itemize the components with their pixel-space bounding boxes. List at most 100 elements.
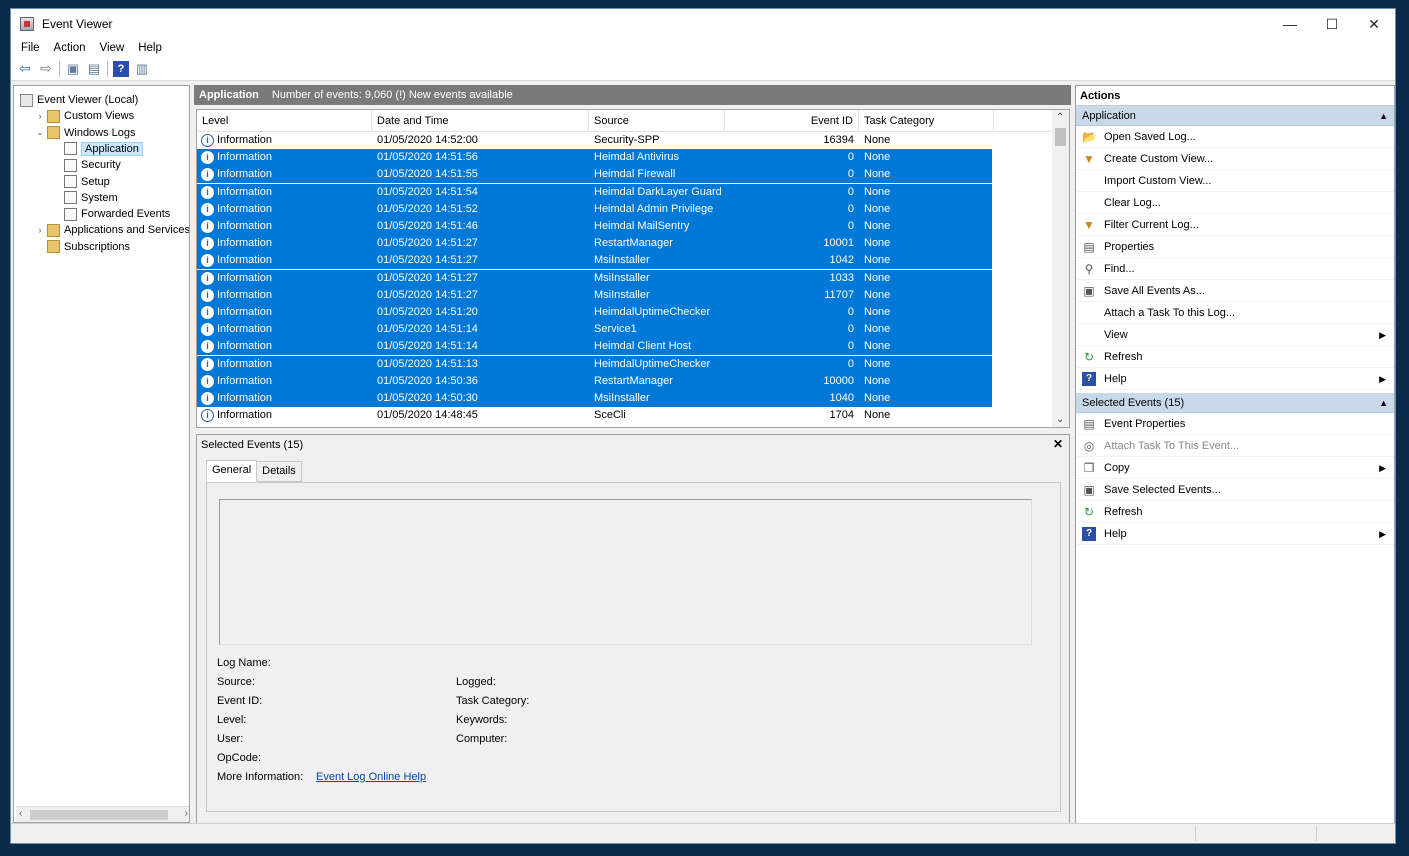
action-event-properties[interactable]: ▤ Event Properties — [1076, 413, 1394, 435]
properties-icon: ▤ — [1083, 240, 1095, 254]
table-row[interactable]: i Information 01/05/2020 14:51:27 MsiInstal… — [197, 286, 992, 304]
menu-action[interactable]: Action — [54, 42, 86, 54]
tree-item-applications-and-services-lo[interactable]: › Applications and Services Lo — [35, 222, 189, 238]
tree-item-label: Setup — [81, 175, 110, 188]
show-hide-action-pane-icon[interactable]: ▥ — [134, 61, 150, 77]
table-row[interactable]: i Information 01/05/2020 14:51:27 MsiInstal… — [197, 252, 992, 270]
table-row[interactable]: i Information 01/05/2020 14:51:14 Heimdal C… — [197, 338, 992, 356]
table-row[interactable]: i Information 01/05/2020 14:51:56 Heimdal A… — [197, 149, 992, 167]
action-refresh[interactable]: ↻ Refresh — [1076, 346, 1394, 368]
tree-item-custom-views[interactable]: › Custom Views — [35, 108, 134, 124]
forward-icon[interactable]: ⇨ — [38, 60, 54, 77]
table-row[interactable]: i Information 01/05/2020 14:51:46 Heimdal M… — [197, 218, 992, 235]
action-clear-log[interactable]: Clear Log... — [1076, 192, 1394, 214]
cell-task-category: None — [864, 168, 891, 181]
action-filter-current-log[interactable]: ▼ Filter Current Log... — [1076, 214, 1394, 236]
help-icon[interactable]: ? — [113, 60, 129, 77]
close-detail-pane-icon[interactable]: ✕ — [1053, 437, 1063, 451]
log-icon — [64, 191, 77, 205]
action-find[interactable]: ⚲ Find... — [1076, 258, 1394, 280]
event-description-box[interactable] — [219, 499, 1032, 645]
scroll-thumb[interactable] — [30, 810, 168, 820]
actions-section-selected-events[interactable]: Selected Events (15) ▲ — [1076, 393, 1394, 413]
column-header-task-category[interactable]: Task Category — [859, 110, 994, 132]
tree-item-forwarded-events[interactable]: Forwarded Events — [52, 206, 170, 222]
field-keywords: Keywords: — [456, 714, 508, 726]
tree-item-application[interactable]: Application — [52, 141, 143, 157]
table-row[interactable]: i Information 01/05/2020 14:51:54 Heimdal D… — [197, 183, 992, 201]
scroll-up-icon[interactable]: ⌃ — [1056, 112, 1064, 123]
collapse-caret-icon[interactable]: ▲ — [1379, 106, 1388, 126]
grid-vertical-scrollbar[interactable]: ⌃ ⌄ — [1052, 110, 1069, 427]
event-log-online-help-link[interactable]: Event Log Online Help — [316, 771, 426, 783]
event-count-summary: Number of events: 9,060 (!) New events a… — [271, 89, 513, 101]
log-icon — [64, 158, 77, 172]
action-label: View — [1104, 329, 1128, 341]
scroll-right-icon[interactable]: › — [185, 808, 188, 819]
action-import-custom-view[interactable]: Import Custom View... — [1076, 170, 1394, 192]
table-row[interactable]: i Information 01/05/2020 14:52:00 Security-… — [197, 132, 992, 149]
tab-general[interactable]: General — [206, 460, 258, 482]
actions-section-application[interactable]: Application ▲ — [1076, 106, 1394, 126]
show-hide-tree-icon[interactable]: ▤ — [86, 61, 102, 77]
events-grid[interactable]: Level Date and Time Source Event ID Task Cat… — [196, 109, 1070, 428]
expand-chevron-icon[interactable]: ⌄ — [35, 127, 45, 138]
tree-horizontal-scrollbar[interactable]: ‹ › — [16, 806, 189, 822]
table-row[interactable]: i Information 01/05/2020 14:51:27 MsiInstal… — [197, 269, 992, 287]
expand-chevron-icon[interactable]: › — [35, 111, 45, 121]
action-refresh[interactable]: ↻ Refresh — [1076, 501, 1394, 523]
menu-file[interactable]: File — [21, 42, 40, 54]
expand-chevron-icon[interactable]: › — [35, 225, 45, 235]
scroll-thumb[interactable] — [1055, 128, 1066, 146]
menu-view[interactable]: View — [100, 42, 125, 54]
back-icon[interactable]: ⇦ — [17, 60, 33, 77]
action-attach-a-task-to-this-log[interactable]: Attach a Task To this Log... — [1076, 302, 1394, 324]
action-label: Event Properties — [1104, 418, 1186, 430]
action-create-custom-view[interactable]: ▼ Create Custom View... — [1076, 148, 1394, 170]
tree-item-event-viewer-local[interactable]: Event Viewer (Local) — [18, 92, 138, 108]
tree-item-windows-logs[interactable]: ⌄ Windows Logs — [35, 125, 136, 141]
column-header-source[interactable]: Source — [589, 110, 725, 132]
action-properties[interactable]: ▤ Properties — [1076, 236, 1394, 258]
column-header-date-and-time[interactable]: Date and Time — [372, 110, 589, 132]
tree-item-setup[interactable]: Setup — [52, 174, 110, 190]
help-icon: ? — [1082, 372, 1096, 386]
column-header-level[interactable]: Level — [197, 110, 372, 132]
tree-item-subscriptions[interactable]: Subscriptions — [35, 239, 130, 255]
action-attach-task-to-this-event[interactable]: ◎ Attach Task To This Event... — [1076, 435, 1394, 457]
menu-help[interactable]: Help — [138, 42, 162, 54]
action-open-saved-log[interactable]: 📂 Open Saved Log... — [1076, 126, 1394, 148]
cell-source: SceCli — [594, 409, 626, 422]
scroll-down-icon[interactable]: ⌄ — [1056, 414, 1064, 425]
table-row[interactable]: i Information 01/05/2020 14:51:20 HeimdalUp… — [197, 304, 992, 321]
table-row[interactable]: i Information 01/05/2020 14:51:55 Heimdal F… — [197, 166, 992, 184]
action-help[interactable]: ? Help ▶ — [1076, 523, 1394, 545]
column-header-event-id[interactable]: Event ID — [725, 110, 859, 132]
action-save-all-events-as[interactable]: ▣ Save All Events As... — [1076, 280, 1394, 302]
table-row[interactable]: i Information 01/05/2020 14:51:27 RestartMa… — [197, 235, 992, 253]
action-label: Import Custom View... — [1104, 175, 1212, 187]
action-save-selected-events[interactable]: ▣ Save Selected Events... — [1076, 479, 1394, 501]
table-row[interactable]: i Information 01/05/2020 14:51:52 Heimdal A… — [197, 200, 992, 218]
cell-level: Information — [217, 185, 273, 198]
collapse-caret-icon[interactable]: ▲ — [1379, 393, 1388, 413]
close-button[interactable]: ✕ — [1351, 9, 1397, 39]
up-folder-icon[interactable]: ▣ — [65, 61, 81, 77]
tab-details[interactable]: Details — [256, 461, 302, 482]
scroll-left-icon[interactable]: ‹ — [19, 808, 22, 819]
action-view[interactable]: View ▶ — [1076, 324, 1394, 346]
table-row[interactable]: i Information 01/05/2020 14:51:13 HeimdalUp… — [197, 355, 992, 373]
minimize-button[interactable]: — — [1267, 9, 1313, 39]
tree-item-security[interactable]: Security — [52, 157, 121, 173]
information-icon: i — [201, 237, 214, 251]
maximize-button[interactable]: ☐ — [1309, 9, 1355, 39]
tree-item-system[interactable]: System — [52, 190, 118, 206]
action-help[interactable]: ? Help ▶ — [1076, 368, 1394, 390]
cell-event-id: 0 — [847, 151, 854, 164]
table-row[interactable]: i Information 01/05/2020 14:48:45 SceCli 170… — [197, 407, 992, 424]
console-tree: ‹ › Event Viewer (Local) › Custom Views ⌄ Wi… — [13, 85, 190, 823]
table-row[interactable]: i Information 01/05/2020 14:50:30 MsiInstal… — [197, 390, 992, 407]
table-row[interactable]: i Information 01/05/2020 14:50:36 RestartMa… — [197, 372, 992, 390]
table-row[interactable]: i Information 01/05/2020 14:51:14 Service1 0… — [197, 321, 992, 339]
action-copy[interactable]: ❐ Copy ▶ — [1076, 457, 1394, 479]
